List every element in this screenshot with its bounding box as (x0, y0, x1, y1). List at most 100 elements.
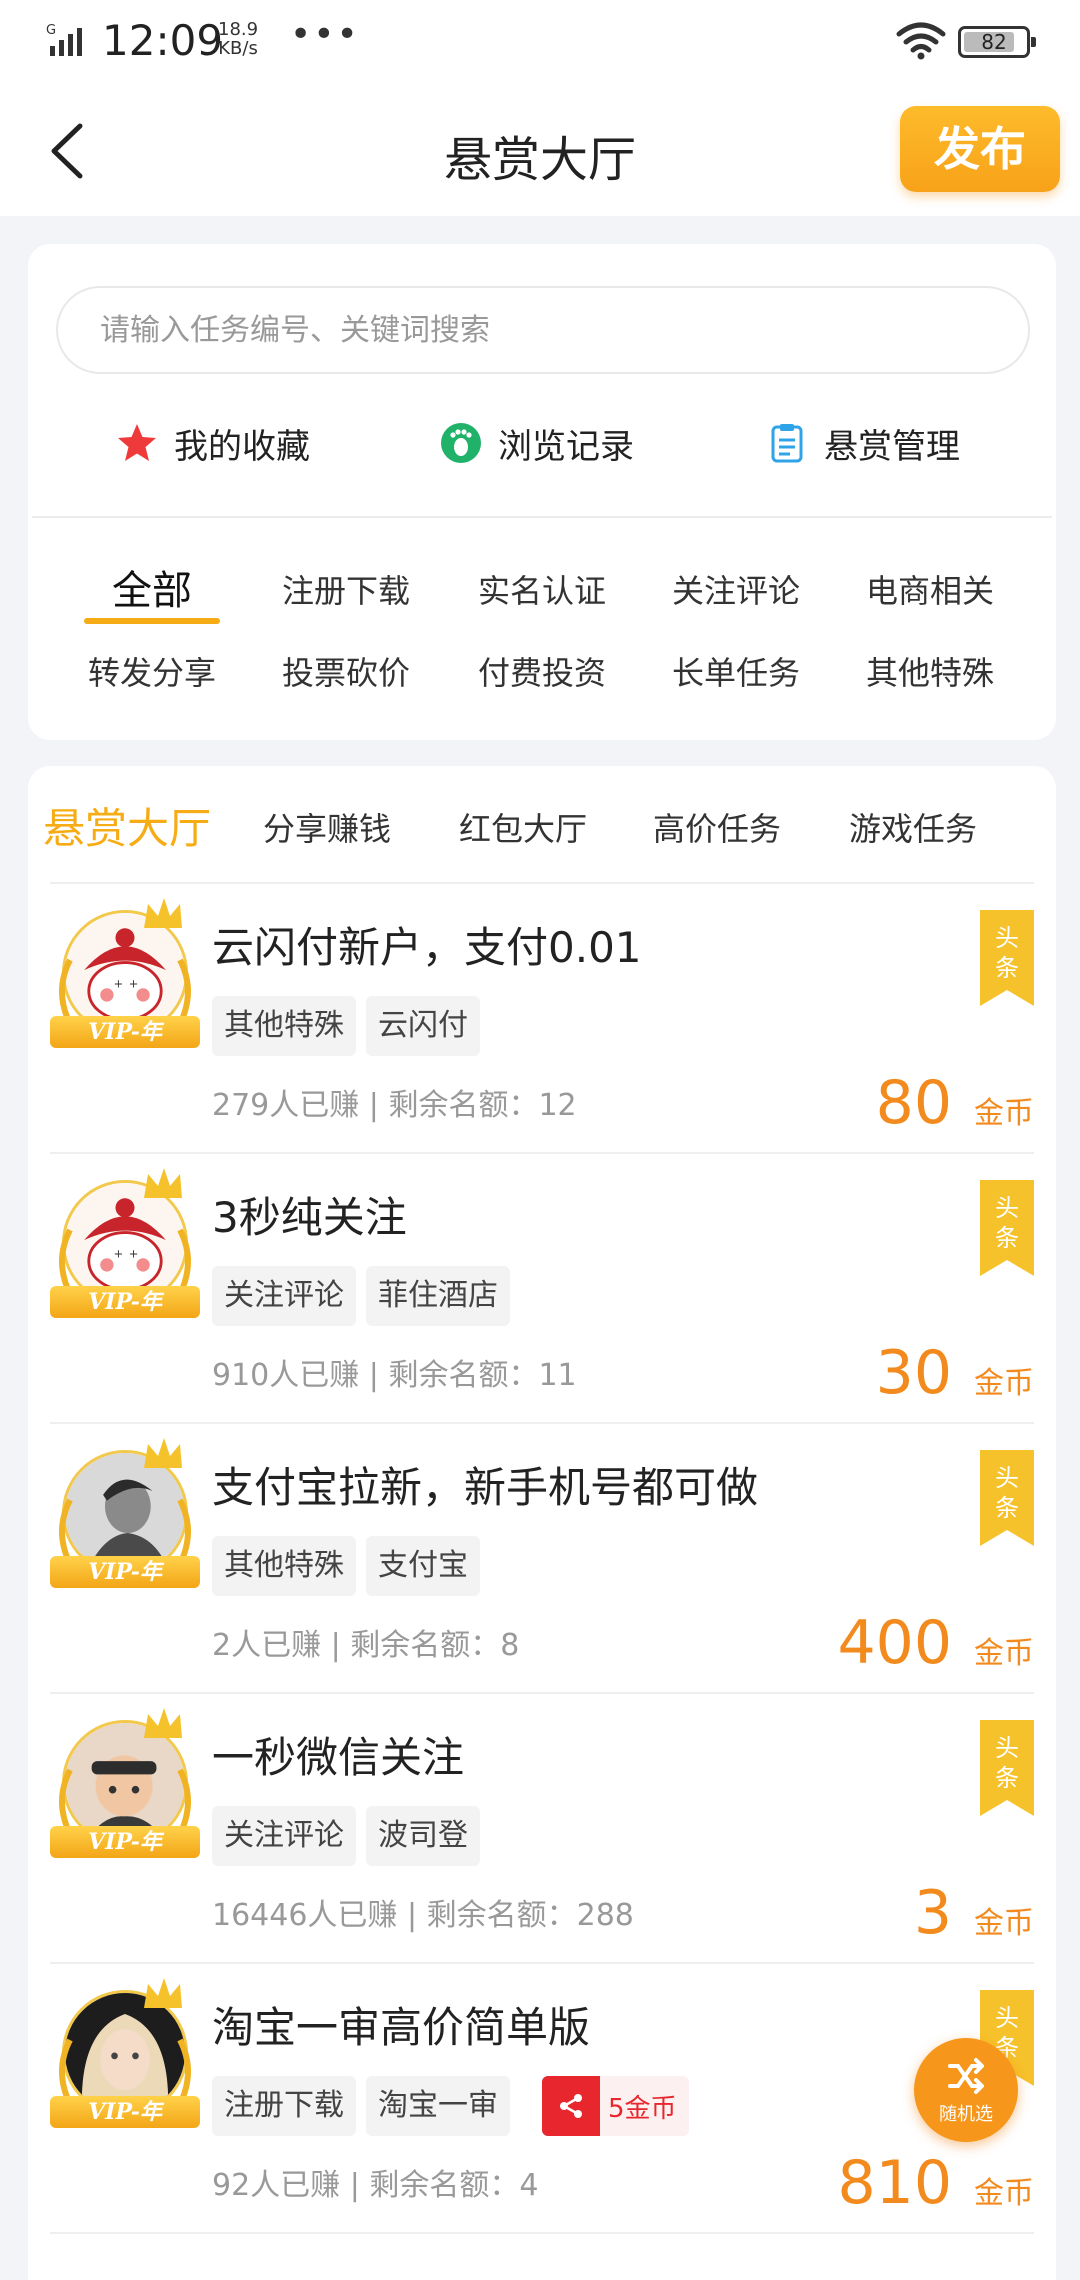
vip-avatar: VIP-年 (50, 1978, 200, 2144)
coin-unit: 金币 (974, 1906, 1034, 1941)
task-title: 3秒纯关注 (212, 1193, 407, 1242)
network-speed: 18.9 KB/s (218, 20, 258, 58)
svg-text:条: 条 (995, 954, 1019, 982)
task-tags: 其他特殊 云闪付 (212, 996, 490, 1056)
tab-reward-hall[interactable]: 悬赏大厅 (32, 794, 222, 864)
reward-amount: 810 (837, 2148, 952, 2218)
next-task-preview (50, 2274, 1034, 2280)
svg-text:头: 头 (995, 2004, 1019, 2032)
star-icon (118, 424, 156, 461)
vip-badge: VIP-年 (50, 1826, 200, 1858)
speed-value: 18.9 (218, 19, 259, 40)
task-item[interactable]: VIP-年 一秒微信关注 关注评论 波司登 16446人已赚 | 剩余名额：28… (50, 1694, 1034, 1964)
task-item[interactable]: VIP-年 支付宝拉新，新手机号都可做 其他特殊 支付宝 2人已赚 | 剩余名额… (50, 1424, 1034, 1694)
active-category-indicator (84, 618, 220, 624)
svg-text:+: + (129, 1246, 139, 1260)
share-reward-amount: 5金币 (608, 2093, 677, 2124)
app-header: 悬赏大厅 发布 (0, 84, 1080, 216)
headline-badge: 头 条 (980, 1180, 1034, 1276)
more-notifications-icon: ••• (290, 14, 360, 55)
task-item[interactable]: + + VIP-年 3秒纯关注 关注评论 菲住酒店 910人已赚 | 剩余名额：… (50, 1154, 1034, 1424)
task-reward: 80 金币 (876, 1068, 1034, 1138)
search-input[interactable] (100, 288, 1000, 372)
coin-unit: 金币 (974, 1636, 1034, 1671)
headline-badge: 头 条 (980, 910, 1034, 1006)
task-tag: 淘宝一审 (366, 2076, 510, 2136)
task-stats: 92人已赚 | 剩余名额：4 (212, 2168, 539, 2203)
crown-icon (144, 1168, 182, 1198)
tab-share-earn[interactable]: 分享赚钱 (232, 794, 422, 864)
random-pick-button[interactable]: 随机选 (914, 2038, 1018, 2142)
vip-avatar: VIP-年 (50, 1708, 200, 1874)
signal-icon: G (46, 23, 82, 56)
headline-badge: 头 条 (980, 1450, 1034, 1546)
task-stats: 910人已赚 | 剩余名额：11 (212, 1358, 577, 1393)
task-tags: 注册下载 淘宝一审 5金币 (212, 2076, 689, 2136)
category-other[interactable]: 其他特殊 (840, 648, 1020, 694)
reward-amount: 80 (875, 1068, 952, 1138)
browse-history-label: 浏览记录 (498, 426, 634, 467)
tab-bar: 悬赏大厅 分享赚钱 红包大厅 高价任务 游戏任务 (28, 794, 1056, 864)
reward-amount: 400 (837, 1608, 952, 1678)
filter-card: 我的收藏 浏览记录 悬赏管理 全部 (28, 244, 1056, 740)
category-share[interactable]: 转发分享 (62, 648, 242, 694)
search-bar[interactable] (56, 286, 1030, 374)
coin-unit: 金币 (974, 1096, 1034, 1131)
my-favorites-link[interactable]: 我的收藏 (116, 412, 310, 474)
svg-text:头: 头 (995, 1734, 1019, 1762)
wifi-icon (896, 22, 946, 60)
task-item[interactable]: VIP-年 淘宝一审高价简单版 注册下载 淘宝一审 5金币 92人已赚 | 剩余… (50, 1964, 1034, 2234)
task-tags: 其他特殊 支付宝 (212, 1536, 490, 1596)
crown-icon (144, 898, 182, 928)
tab-high-price[interactable]: 高价任务 (622, 794, 812, 864)
vip-badge: VIP-年 (50, 1286, 200, 1318)
vip-badge: VIP-年 (50, 1016, 200, 1048)
vip-avatar: + + VIP-年 (50, 1168, 200, 1334)
my-favorites-label: 我的收藏 (174, 426, 310, 467)
task-item[interactable]: + + VIP-年 云闪付新户，支付0.01 其他特殊 云闪付 279人已赚 |… (50, 884, 1034, 1154)
task-tag: 波司登 (366, 1806, 480, 1866)
divider (50, 2232, 1034, 2234)
reward-management-label: 悬赏管理 (824, 426, 960, 467)
category-ecommerce[interactable]: 电商相关 (840, 566, 1020, 612)
share-reward-tag: 5金币 (542, 2076, 689, 2136)
category-paid-invest[interactable]: 付费投资 (452, 648, 632, 694)
task-tag: 菲住酒店 (366, 1266, 510, 1326)
category-all[interactable]: 全部 (62, 558, 242, 616)
divider (32, 516, 1052, 518)
speed-unit: KB/s (218, 38, 258, 59)
svg-text:条: 条 (995, 1494, 1019, 1522)
shuffle-icon (948, 2058, 984, 2094)
category-register-download[interactable]: 注册下载 (256, 566, 436, 612)
svg-text:+: + (114, 1246, 124, 1260)
svg-text:+: + (129, 976, 139, 990)
publish-button[interactable]: 发布 (900, 106, 1060, 192)
task-reward: 400 金币 (837, 1608, 1034, 1678)
vip-badge: VIP-年 (50, 2096, 200, 2128)
task-tag: 云闪付 (366, 996, 480, 1056)
vip-avatar: VIP-年 (50, 1438, 200, 1604)
headline-badge: 头 条 (980, 1720, 1034, 1816)
category-long-task[interactable]: 长单任务 (646, 648, 826, 694)
vip-avatar: + + VIP-年 (50, 898, 200, 1064)
crown-icon (144, 1438, 182, 1468)
category-real-name[interactable]: 实名认证 (452, 566, 632, 612)
task-tags: 关注评论 波司登 (212, 1806, 490, 1866)
task-reward: 3 金币 (914, 1878, 1034, 1948)
svg-text:头: 头 (995, 924, 1019, 952)
tab-red-packet[interactable]: 红包大厅 (428, 794, 618, 864)
task-stats: 279人已赚 | 剩余名额：12 (212, 1088, 577, 1123)
category-follow-comment[interactable]: 关注评论 (646, 566, 826, 612)
svg-text:头: 头 (995, 1194, 1019, 1222)
tab-game-task[interactable]: 游戏任务 (818, 794, 1008, 864)
crown-icon (144, 1708, 182, 1738)
category-vote-bargain[interactable]: 投票砍价 (256, 648, 436, 694)
browse-history-link[interactable]: 浏览记录 (440, 412, 634, 474)
share-icon (542, 2076, 600, 2136)
random-pick-label: 随机选 (939, 2104, 993, 2125)
task-tags: 关注评论 菲住酒店 (212, 1266, 520, 1326)
task-stats: 16446人已赚 | 剩余名额：288 (212, 1898, 634, 1933)
reward-management-link[interactable]: 悬赏管理 (766, 412, 960, 474)
clock: 12:09 (102, 16, 224, 65)
task-title: 云闪付新户，支付0.01 (212, 923, 642, 972)
